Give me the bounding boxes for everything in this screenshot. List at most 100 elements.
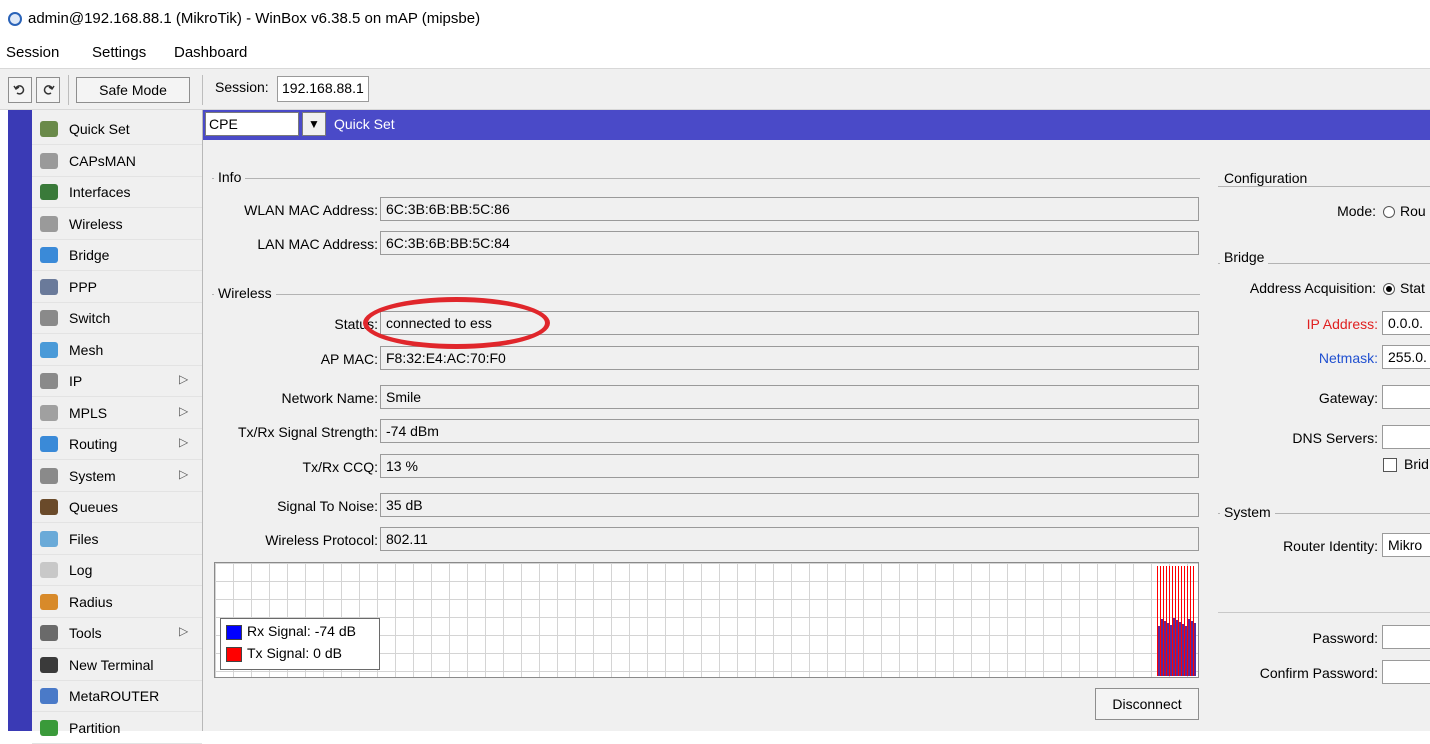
left-strip [8,110,32,731]
sidebar-item-interfaces[interactable]: Interfaces [32,177,202,208]
password-label: Password: [1312,630,1378,646]
sidebar-item-ppp[interactable]: PPP [32,272,202,303]
menu-settings[interactable]: Settings [92,44,146,61]
sidebar-item-metarouter[interactable]: MetaROUTER [32,681,202,712]
wireless-field-label: Network Name: [281,390,378,406]
redo-icon[interactable] [36,77,60,103]
safe-mode-button[interactable]: Safe Mode [76,77,190,103]
sidebar-item-switch[interactable]: Switch [32,303,202,334]
radius-icon [40,593,58,610]
wireless-field-label: Wireless Protocol: [265,532,378,548]
sidebar: Quick Set CAPsMAN Interfaces Wireless Bridge… [32,110,203,744]
sidebar-item-label: Radius [69,593,113,610]
sidebar-item-files[interactable]: Files [32,524,202,555]
submenu-arrow-icon: ▷ [179,624,189,638]
wireless-field-value: -74 dBm [380,419,1199,443]
mode-router-radio[interactable] [1383,206,1395,218]
tx-signal-label: Tx Signal: 0 dB [247,645,342,661]
sidebar-item-label: Mesh [69,341,104,358]
dns-servers-input[interactable] [1382,425,1430,449]
queues-icon [40,499,58,515]
sidebar-item-bridge[interactable]: Bridge [32,240,202,271]
password-input[interactable] [1382,625,1430,649]
sidebar-item-radius[interactable]: Radius [32,587,202,618]
lan-mac-value: 6C:3B:6B:BB:5C:84 [380,231,1199,255]
rx-signal-bar [1194,623,1196,676]
mode-select[interactable]: CPE [205,112,299,136]
sidebar-item-wireless[interactable]: Wireless [32,209,202,240]
mode-label: Mode: [1337,203,1376,219]
window-title: admin@192.168.88.1 (MikroTik) - WinBox v… [28,10,481,27]
menu-session[interactable]: Session [6,44,59,61]
undo-icon[interactable] [8,77,32,103]
sidebar-item-quick-set[interactable]: Quick Set [32,114,202,145]
sidebar-item-system[interactable]: System ▷ [32,461,202,492]
bridge-all-checkbox[interactable] [1383,458,1397,472]
sidebar-item-mpls[interactable]: MPLS ▷ [32,398,202,429]
sidebar-item-label: MetaROUTER [69,688,160,704]
mesh-icon [40,341,58,358]
ip-address-input[interactable]: 0.0.0. [1382,311,1430,335]
wireless-group-title: Wireless [214,285,276,301]
antenna-icon [40,215,58,232]
confirm-password-label: Confirm Password: [1259,665,1378,681]
quickset-icon [40,121,58,137]
sidebar-item-log[interactable]: Log [32,555,202,586]
interfaces-icon [40,184,58,200]
wlan-mac-label: WLAN MAC Address: [244,202,378,218]
sidebar-item-label: Wireless [69,215,123,232]
router-identity-label: Router Identity: [1283,538,1378,554]
netmask-label: Netmask: [1318,350,1378,366]
configuration-group-title: Configuration [1220,170,1312,186]
sidebar-item-queues[interactable]: Queues [32,492,202,523]
sidebar-item-capsman[interactable]: CAPsMAN [32,146,202,177]
dropdown-arrow-icon[interactable]: ▼ [302,112,326,136]
sidebar-item-label: Log [69,562,93,578]
router-identity-input[interactable]: Mikro [1382,533,1430,557]
menu-dashboard[interactable]: Dashboard [174,44,247,61]
ip-icon [40,373,58,389]
disconnect-button[interactable]: Disconnect [1095,688,1199,720]
bridge-all-label: Brid [1404,456,1429,472]
routing-icon [40,436,58,452]
configuration-group-line [1218,186,1430,187]
wireless-group-line [212,294,1200,295]
sidebar-item-label: Files [69,530,99,547]
gateway-input[interactable] [1382,385,1430,409]
dns-servers-label: DNS Servers: [1292,430,1378,446]
sidebar-item-label: CAPsMAN [69,152,136,169]
info-group-line [212,178,1200,179]
graph-legend: Rx Signal: -74 dB Tx Signal: 0 dB [220,618,380,670]
sidebar-item-label: Partition [69,719,121,736]
sidebar-item-tools[interactable]: Tools ▷ [32,618,202,649]
address-acquisition-static-radio[interactable] [1383,283,1395,295]
submenu-arrow-icon: ▷ [179,372,189,386]
winbox-app-icon [8,12,22,26]
sidebar-item-ip[interactable]: IP ▷ [32,366,202,397]
quickset-title: Quick Set [334,116,395,132]
wireless-field-value: F8:32:E4:AC:70:F0 [380,346,1199,370]
sidebar-item-label: Switch [69,310,111,326]
wireless-field-label: Tx/Rx CCQ: [302,459,378,475]
sidebar-item-label: IP [69,373,83,389]
lan-mac-label: LAN MAC Address: [257,236,378,252]
wireless-field-label: Signal To Noise: [277,498,378,514]
confirm-password-input[interactable] [1382,660,1430,684]
sidebar-item-label: Queues [69,499,119,515]
gateway-label: Gateway: [1318,390,1378,406]
metarouter-icon [40,688,58,704]
mpls-icon [40,404,58,421]
sidebar-item-new-terminal[interactable]: New Terminal [32,650,202,681]
wireless-field-value: 802.11 [380,527,1199,551]
bridge-group-title: Bridge [1220,249,1269,265]
wlan-mac-value: 6C:3B:6B:BB:5C:86 [380,197,1199,221]
sidebar-item-mesh[interactable]: Mesh [32,335,202,366]
toolbar-separator [68,75,69,105]
terminal-icon [40,656,58,673]
netmask-input[interactable]: 255.0. [1382,345,1430,369]
tools-icon [40,625,58,641]
sidebar-item-partition[interactable]: Partition [32,713,202,744]
sidebar-item-label: Bridge [69,247,110,263]
system-group-title: System [1220,504,1275,520]
sidebar-item-routing[interactable]: Routing ▷ [32,429,202,460]
